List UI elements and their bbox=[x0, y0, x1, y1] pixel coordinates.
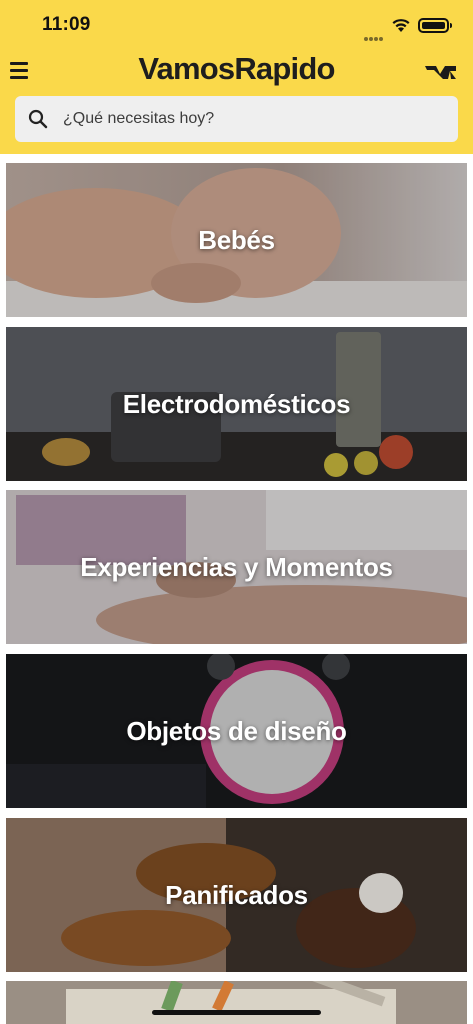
status-bar: 11:09 bbox=[0, 0, 473, 50]
app-title: VamosRapido bbox=[138, 51, 335, 86]
search-bar[interactable] bbox=[15, 96, 458, 142]
category-card-electrodomesticos[interactable]: Electrodomésticos bbox=[6, 327, 467, 481]
category-label: Electrodomésticos bbox=[122, 388, 351, 419]
category-card-next[interactable] bbox=[6, 981, 467, 1024]
category-label bbox=[6, 981, 467, 1024]
app-header: 11:09 VamosRapido bbox=[0, 0, 473, 154]
status-time: 11:09 bbox=[42, 14, 91, 35]
cellular-signal-icon bbox=[364, 28, 384, 46]
category-card-bebes[interactable]: Bebés bbox=[6, 163, 467, 317]
category-label: Bebés bbox=[198, 224, 275, 255]
battery-icon bbox=[418, 18, 452, 33]
search-input[interactable] bbox=[63, 96, 443, 142]
vr-logo-icon[interactable] bbox=[423, 61, 459, 83]
wifi-icon bbox=[392, 19, 410, 32]
category-card-experiencias[interactable]: Experiencias y Momentos bbox=[6, 490, 467, 644]
search-icon bbox=[28, 109, 48, 129]
category-label: Panificados bbox=[165, 879, 308, 910]
category-label: Experiencias y Momentos bbox=[80, 551, 393, 582]
category-card-panificados[interactable]: Panificados bbox=[6, 818, 467, 972]
category-card-objetos-diseno[interactable]: Objetos de diseño bbox=[6, 654, 467, 808]
category-label: Objetos de diseño bbox=[126, 715, 347, 746]
home-indicator[interactable] bbox=[152, 1010, 321, 1015]
